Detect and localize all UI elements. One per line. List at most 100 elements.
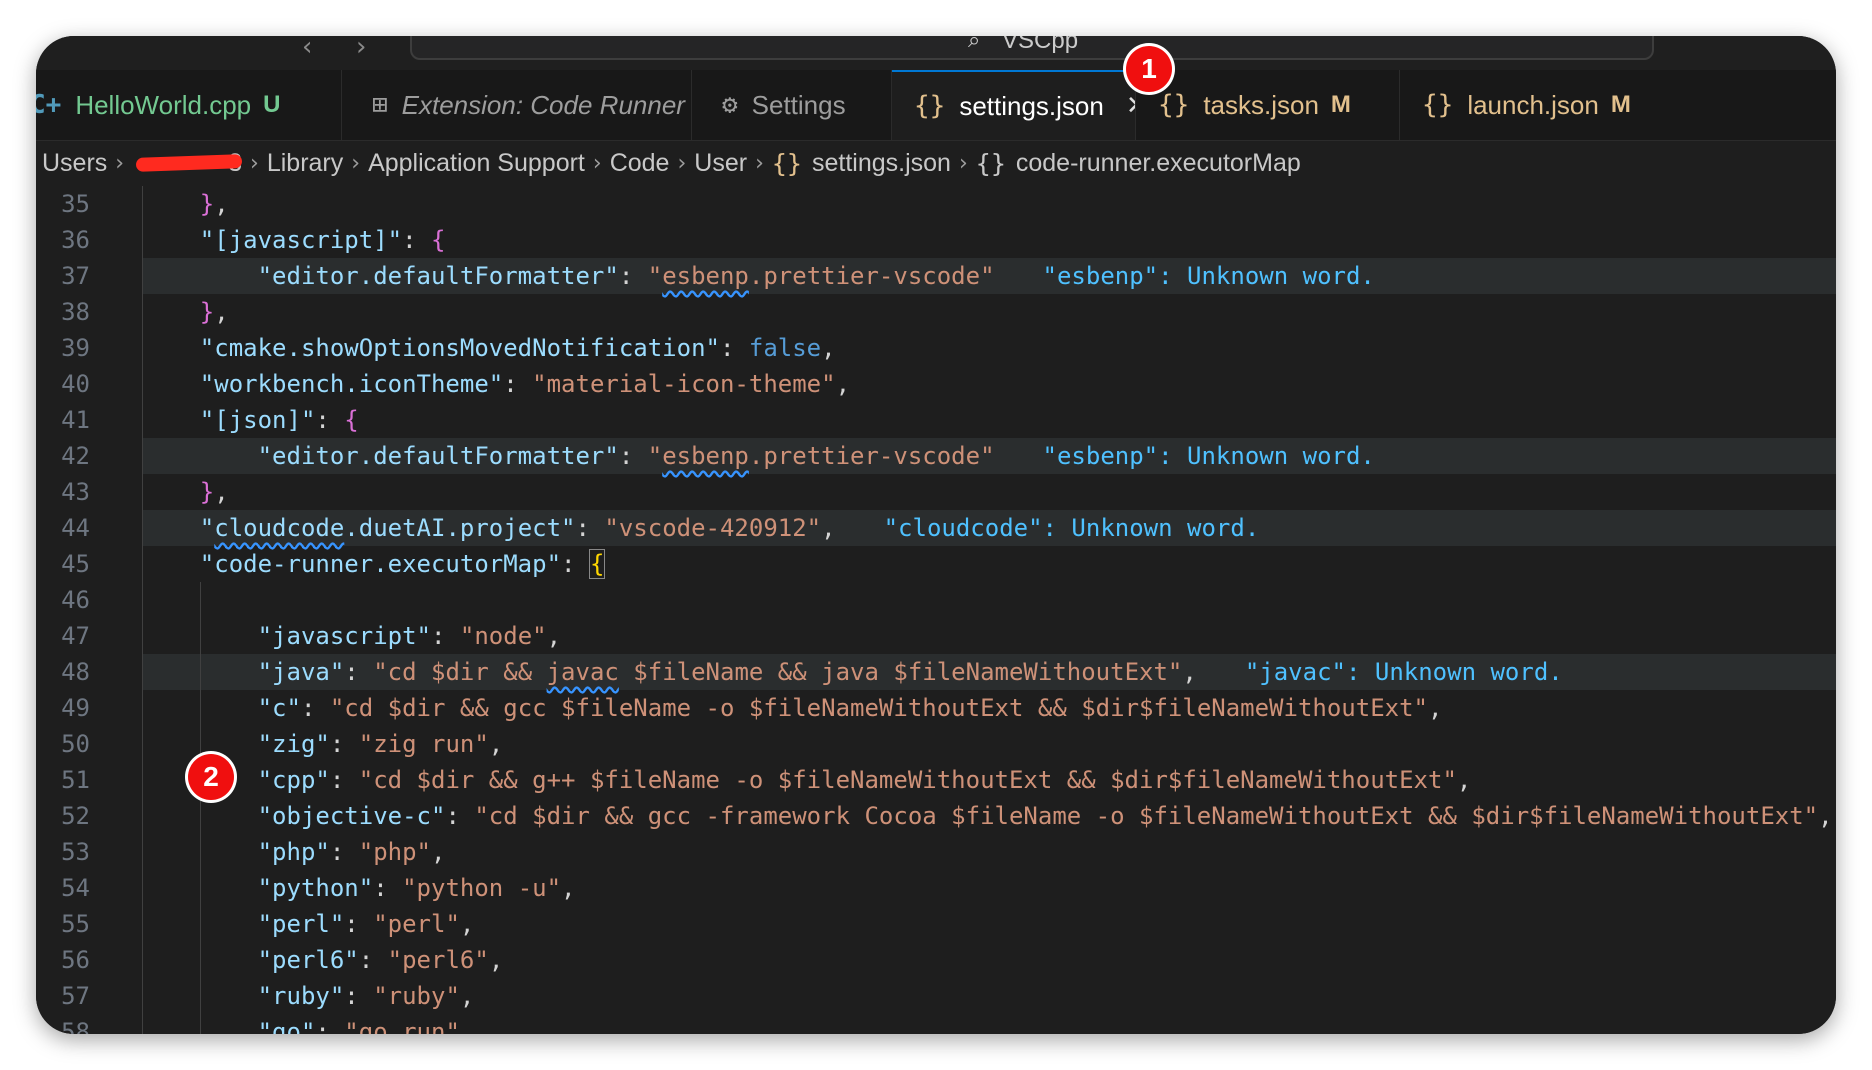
code-line[interactable]: 58 "go": "go run", xyxy=(36,1014,1836,1034)
line-number: 42 xyxy=(61,442,90,470)
code-text: "ruby": "ruby", xyxy=(257,982,475,1010)
chevron-right-icon: › xyxy=(755,150,764,176)
code-text: "go": "go run", xyxy=(257,1018,475,1034)
forward-arrow-icon[interactable]: › xyxy=(356,36,366,62)
code-line[interactable]: 56 "perl6": "perl6", xyxy=(36,942,1836,978)
code-text: "perl6": "perl6", xyxy=(257,946,504,974)
tab-label: HelloWorld.cpp xyxy=(75,89,252,120)
line-number: 36 xyxy=(61,226,90,254)
tab-settings[interactable]: ⚙ Settings xyxy=(692,70,892,140)
breadcrumb-library[interactable]: Library xyxy=(267,149,343,178)
code-text: "objective-c": "cd $dir && gcc -framewor… xyxy=(257,802,1833,830)
breadcrumb-settings-json[interactable]: settings.json xyxy=(812,149,951,178)
breadcrumb-user[interactable]: User xyxy=(694,149,747,178)
code-text: "python": "python -u", xyxy=(257,874,576,902)
command-center[interactable]: ⌕ VSCpp xyxy=(410,36,1654,60)
line-number: 56 xyxy=(61,946,90,974)
code-line[interactable]: 42 "editor.defaultFormatter": "esbenp.pr… xyxy=(36,438,1836,474)
code-line[interactable]: 57 "ruby": "ruby", xyxy=(36,978,1836,1014)
git-modified-badge: M xyxy=(1610,91,1631,118)
object-braces-icon: {} xyxy=(975,148,1006,178)
code-text: "perl": "perl", xyxy=(257,910,475,938)
git-modified-badge: M xyxy=(1330,91,1351,118)
code-text: "[javascript]": { xyxy=(199,226,446,254)
code-line[interactable]: 39 "cmake.showOptionsMovedNotification":… xyxy=(36,330,1836,366)
json-braces-icon: {} xyxy=(1422,90,1454,120)
line-number: 46 xyxy=(61,586,90,614)
json-braces-icon: {} xyxy=(771,148,802,178)
code-text: "editor.defaultFormatter": "esbenp.prett… xyxy=(257,442,1375,470)
line-number: 49 xyxy=(61,694,90,722)
tab-tasks-json[interactable]: {} tasks.json M xyxy=(1136,70,1400,140)
line-number: 40 xyxy=(61,370,90,398)
tab-label: settings.json xyxy=(959,90,1104,121)
breadcrumb-users[interactable]: Users xyxy=(42,149,107,178)
line-number: 35 xyxy=(61,190,90,218)
callout-badge-1: 1 xyxy=(1126,46,1172,92)
json-braces-icon: {} xyxy=(914,91,946,121)
code-line[interactable]: 35 }, xyxy=(36,186,1836,222)
code-text: "cmake.showOptionsMovedNotification": fa… xyxy=(199,334,836,362)
code-line[interactable]: 46 xyxy=(36,582,1836,618)
tab-label: Extension: Code Runner xyxy=(401,89,685,120)
breadcrumb-code[interactable]: Code xyxy=(610,149,670,178)
tab-settings-json[interactable]: {} settings.json ✕ xyxy=(892,70,1136,140)
code-text: }, xyxy=(199,298,229,326)
code-line[interactable]: 48 "java": "cd $dir && javac $fileName &… xyxy=(36,654,1836,690)
back-arrow-icon[interactable]: ‹ xyxy=(302,36,312,62)
inline-diagnostic: "javac": Unknown word. xyxy=(1244,658,1563,686)
breadcrumb-executor-map[interactable]: code-runner.executorMap xyxy=(1016,149,1301,178)
code-text: "cloudcode.duetAI.project": "vscode-4209… xyxy=(199,514,1260,542)
tab-label: Settings xyxy=(751,89,846,120)
code-line[interactable]: 55 "perl": "perl", xyxy=(36,906,1836,942)
code-line[interactable]: 38 }, xyxy=(36,294,1836,330)
git-untracked-badge: U xyxy=(263,91,281,118)
search-icon: ⌕ xyxy=(968,36,981,53)
code-line[interactable]: 41 "[json]": { xyxy=(36,402,1836,438)
tab-extension-code-runner[interactable]: ⊞ Extension: Code Runner xyxy=(342,70,692,140)
tab-helloworld-cpp[interactable]: C+ HelloWorld.cpp U xyxy=(36,70,342,140)
code-line[interactable]: 52 "objective-c": "cd $dir && gcc -frame… xyxy=(36,798,1836,834)
chevron-right-icon: › xyxy=(958,150,968,176)
breadcrumb-application-support[interactable]: Application Support xyxy=(368,149,585,178)
code-text: "javascript": "node", xyxy=(257,622,562,650)
code-line[interactable]: 50 "zig": "zig run", xyxy=(36,726,1836,762)
line-number: 41 xyxy=(61,406,90,434)
code-line[interactable]: 44 "cloudcode.duetAI.project": "vscode-4… xyxy=(36,510,1836,546)
code-line[interactable]: 45 "code-runner.executorMap": { xyxy=(36,546,1836,582)
tab-launch-json[interactable]: {} launch.json M xyxy=(1400,70,1836,140)
extensions-icon: ⊞ xyxy=(372,90,388,120)
code-line[interactable]: 51 "cpp": "cd $dir && g++ $fileName -o $… xyxy=(36,762,1836,798)
line-number: 47 xyxy=(61,622,90,650)
code-line[interactable]: 37 "editor.defaultFormatter": "esbenp.pr… xyxy=(36,258,1836,294)
code-line[interactable]: 47 "javascript": "node", xyxy=(36,618,1836,654)
code-line[interactable]: 54 "python": "python -u", xyxy=(36,870,1836,906)
code-text: "java": "cd $dir && javac $fileName && j… xyxy=(257,658,1563,686)
breadcrumb: Users › 3 › Library › Application Suppor… xyxy=(36,141,1836,185)
indent-guide xyxy=(200,582,201,618)
code-text: "workbench.iconTheme": "material-icon-th… xyxy=(199,370,851,398)
close-icon[interactable]: ✕ xyxy=(1126,91,1135,121)
line-number: 43 xyxy=(61,478,90,506)
code-text: "[json]": { xyxy=(199,406,359,434)
inline-diagnostic: "esbenp": Unknown word. xyxy=(1042,442,1375,470)
chevron-right-icon: › xyxy=(592,150,602,176)
tab-label: launch.json xyxy=(1467,89,1599,120)
cpp-file-icon: C+ xyxy=(36,90,62,120)
code-text: "cpp": "cd $dir && g++ $fileName -o $fil… xyxy=(257,766,1472,794)
code-line[interactable]: 53 "php": "php", xyxy=(36,834,1836,870)
code-line[interactable]: 36 "[javascript]": { xyxy=(36,222,1836,258)
code-line[interactable]: 40 "workbench.iconTheme": "material-icon… xyxy=(36,366,1836,402)
line-number: 50 xyxy=(61,730,90,758)
tab-label: tasks.json xyxy=(1203,89,1319,120)
line-number: 37 xyxy=(61,262,90,290)
code-line[interactable]: 49 "c": "cd $dir && gcc $fileName -o $fi… xyxy=(36,690,1836,726)
inline-diagnostic: "cloudcode": Unknown word. xyxy=(883,514,1260,542)
line-number: 54 xyxy=(61,874,90,902)
code-editor[interactable]: 35 }, 36 "[javascript]": {37 "editor.defa… xyxy=(36,186,1836,1034)
code-line[interactable]: 43 }, xyxy=(36,474,1836,510)
line-number: 53 xyxy=(61,838,90,866)
chevron-right-icon: › xyxy=(115,150,125,176)
vscode-window: ‹ › ⌕ VSCpp C+ HelloWorld.cpp U ⊞ Extens… xyxy=(36,36,1836,1034)
code-text: "zig": "zig run", xyxy=(257,730,504,758)
